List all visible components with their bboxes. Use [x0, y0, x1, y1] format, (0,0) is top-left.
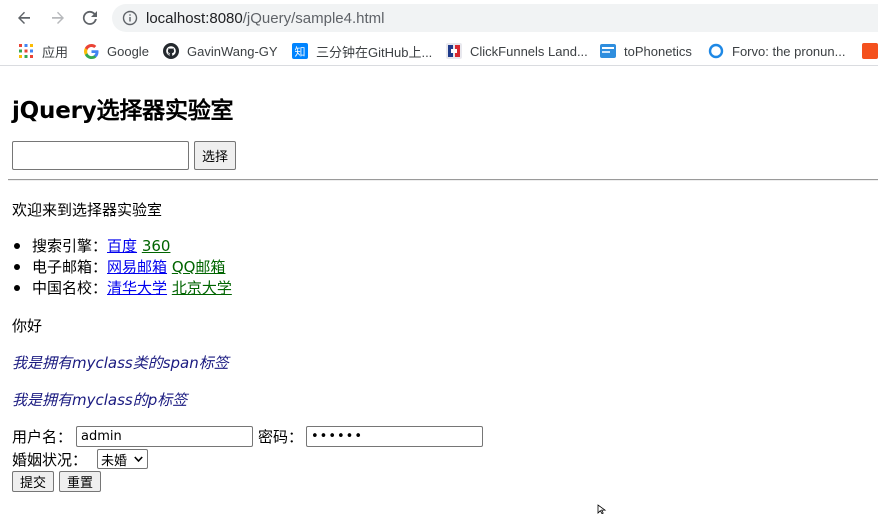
reload-icon [82, 10, 97, 25]
site-info-icon[interactable] [122, 10, 138, 26]
mouse-cursor-icon [597, 504, 607, 514]
bookmark-label: 三分钟在GitHub上... [316, 44, 433, 60]
url-text[interactable]: localhost:8080/jQuery/sample4.html [146, 10, 384, 27]
google-icon [83, 43, 99, 59]
github-icon [163, 43, 179, 59]
link-pku[interactable]: 北京大学 [172, 279, 232, 297]
tophonetics-icon [600, 43, 616, 59]
bookmark-overflow[interactable] [862, 41, 878, 61]
myclass-paragraph: 我是拥有myclass的p标签 [12, 391, 188, 409]
chevron-down-icon [134, 456, 143, 463]
url-path: /jQuery/sample4.html [242, 9, 385, 27]
bookmark-label: 应用 [42, 44, 69, 60]
page-title: jQuery选择器实验室 [12, 98, 234, 124]
list-item-label: 搜索引擎： [32, 237, 108, 255]
bookmark-github[interactable]: GavinWang-GY [163, 41, 278, 61]
svg-text:知: 知 [295, 45, 306, 59]
link-163-mail[interactable]: 网易邮箱 [107, 258, 167, 276]
password-field[interactable]: •••••• [306, 426, 483, 447]
greeting-text: 你好 [12, 317, 43, 335]
bookmarks-bar: 应用 Google GavinWang-GY 知 三分钟在GitHub上... … [0, 36, 878, 66]
username-label: 用户名： [12, 428, 73, 446]
bookmark-forvo[interactable]: Forvo: the pronun... [708, 41, 845, 61]
bookmark-clickfunnels[interactable]: ClickFunnels Land... [446, 41, 588, 61]
url-host: localhost:8080 [146, 9, 243, 27]
arrow-left-icon [18, 11, 30, 24]
bookmark-orange-icon [862, 43, 878, 59]
myclass-span: 我是拥有myclass类的span标签 [12, 354, 229, 372]
bookmark-google[interactable]: Google [83, 41, 149, 61]
list-item: 中国名校：清华大学 北京大学 [14, 277, 232, 297]
back-button[interactable] [12, 6, 36, 30]
bookmark-apps[interactable]: 应用 [18, 41, 68, 61]
marital-selected-value: 未婚 [101, 453, 128, 469]
bookmark-label: ClickFunnels Land... [470, 43, 588, 59]
link-qq-mail[interactable]: QQ邮箱 [172, 258, 226, 276]
bookmark-label: Forvo: the pronun... [732, 43, 846, 59]
link-tsinghua[interactable]: 清华大学 [107, 279, 167, 297]
reload-button[interactable] [78, 6, 102, 30]
bookmark-tophonetics[interactable]: toPhonetics [600, 41, 692, 61]
clickfunnels-icon [446, 43, 462, 59]
marital-select[interactable]: 未婚 [97, 449, 148, 469]
browser-toolbar: localhost:8080/jQuery/sample4.html [0, 0, 878, 36]
link-360[interactable]: 360 [142, 237, 171, 255]
username-field[interactable]: admin [76, 426, 253, 447]
bookmark-label: toPhonetics [624, 43, 692, 59]
forward-button[interactable] [46, 6, 70, 30]
list-item-label: 电子邮箱： [32, 258, 108, 276]
list-item: 电子邮箱：网易邮箱 QQ邮箱 [13, 256, 226, 276]
link-baidu[interactable]: 百度 [107, 237, 137, 255]
submit-button[interactable]: 提交 [12, 471, 54, 492]
password-label: 密码： [258, 428, 304, 446]
arrow-right-icon [52, 11, 64, 24]
reset-button[interactable]: 重置 [59, 471, 101, 492]
zhihu-icon: 知 [292, 43, 308, 59]
list-item: 搜索引擎：百度 360 [13, 235, 171, 255]
bookmark-label: Google [107, 43, 149, 59]
forvo-icon [708, 43, 724, 59]
address-bar[interactable]: localhost:8080/jQuery/sample4.html [112, 4, 878, 32]
selector-input[interactable] [12, 141, 189, 170]
divider [8, 179, 878, 181]
select-button[interactable]: 选择 [194, 141, 236, 170]
marital-label: 婚姻状况： [12, 451, 88, 469]
bookmark-label: GavinWang-GY [187, 43, 278, 59]
list-item-label: 中国名校： [32, 279, 108, 297]
apps-grid-icon [18, 43, 34, 59]
page-content: jQuery选择器实验室 选择 欢迎来到选择器实验室 搜索引擎：百度 360 电… [0, 67, 878, 514]
bookmark-zhihu[interactable]: 知 三分钟在GitHub上... [292, 41, 432, 61]
welcome-text: 欢迎来到选择器实验室 [12, 201, 163, 219]
